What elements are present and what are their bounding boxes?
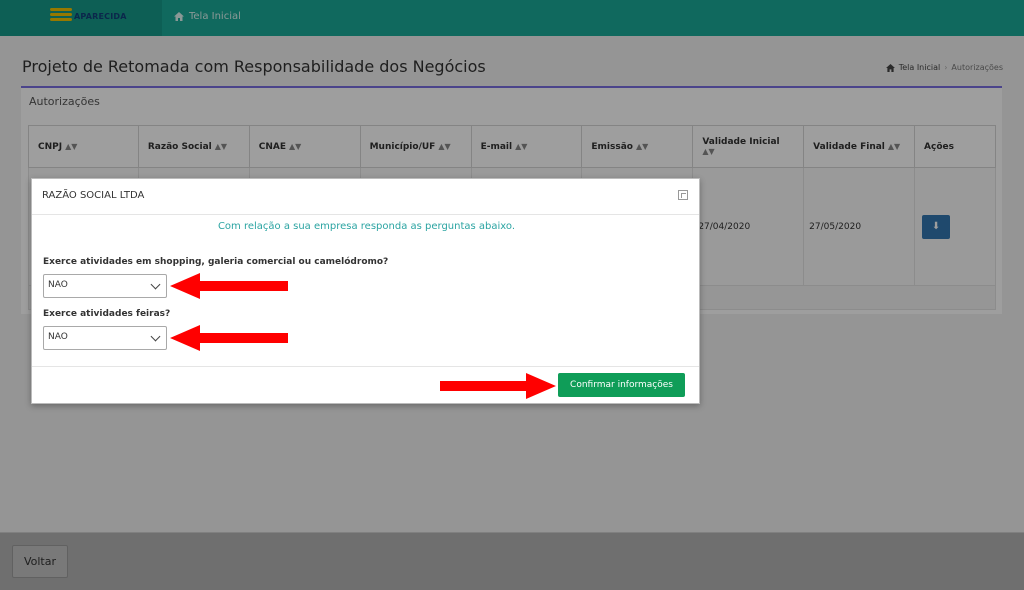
expand-icon[interactable]: [678, 190, 688, 200]
modal-intro-text: Com relação a sua empresa responda as pe…: [217, 221, 516, 232]
modal-header: RAZÃO SOCIAL LTDA: [32, 179, 699, 215]
select-value: NAO: [48, 280, 68, 290]
chevron-down-icon: [150, 331, 161, 342]
select-value: NAO: [48, 332, 68, 342]
question-shopping-label: Exerce atividades em shopping, galeria c…: [43, 257, 389, 267]
modal-footer-divider: [32, 366, 699, 367]
arrow-left-icon: [170, 325, 288, 351]
question-feiras-select[interactable]: NAO: [43, 326, 167, 350]
question-feiras-label: Exerce atividades feiras?: [43, 309, 171, 319]
arrow-left-icon: [170, 273, 288, 299]
confirm-button[interactable]: Confirmar informações: [558, 373, 685, 397]
chevron-down-icon: [150, 279, 161, 290]
arrow-right-icon: [440, 373, 556, 399]
question-shopping-select[interactable]: NAO: [43, 274, 167, 298]
modal-title: RAZÃO SOCIAL LTDA: [42, 190, 145, 201]
questions-modal: RAZÃO SOCIAL LTDA Com relação a sua empr…: [31, 178, 700, 404]
